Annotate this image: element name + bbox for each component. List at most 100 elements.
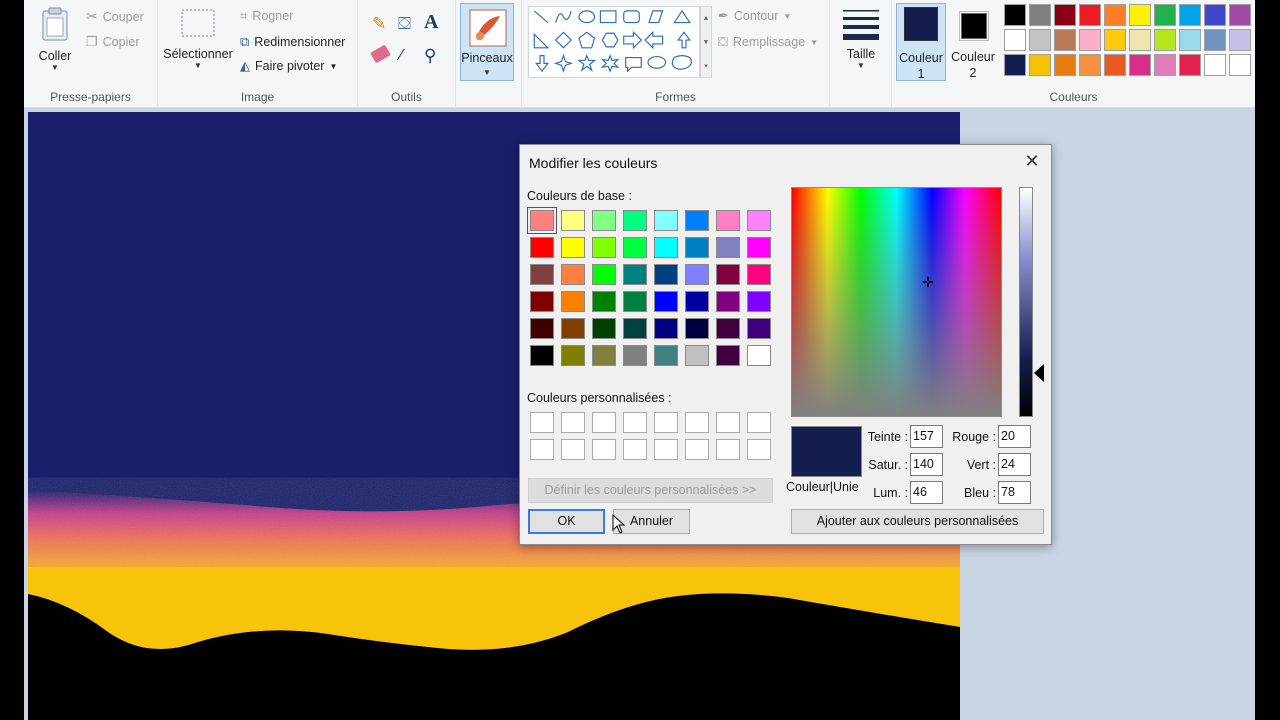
- palette-swatch[interactable]: [1129, 4, 1151, 26]
- basic-color-swatch[interactable]: [561, 291, 585, 312]
- basic-color-swatch[interactable]: [530, 237, 554, 258]
- custom-color-swatch[interactable]: [685, 439, 709, 460]
- fill-bucket-icon[interactable]: ⛋: [398, 14, 411, 34]
- palette-swatch[interactable]: [1154, 29, 1176, 51]
- basic-color-swatch[interactable]: [654, 237, 678, 258]
- ok-button[interactable]: OK: [528, 509, 605, 534]
- basic-color-swatch[interactable]: [623, 345, 647, 366]
- luminance-field[interactable]: 46: [910, 481, 943, 504]
- basic-color-swatch[interactable]: [716, 210, 740, 231]
- basic-color-swatch[interactable]: [685, 210, 709, 231]
- basic-color-swatch[interactable]: [561, 237, 585, 258]
- basic-color-swatch[interactable]: [561, 264, 585, 285]
- add-to-custom-colors-button[interactable]: Ajouter aux couleurs personnalisées: [791, 509, 1044, 534]
- color2-button[interactable]: Couleur 2: [948, 3, 998, 81]
- custom-color-swatch[interactable]: [530, 412, 554, 433]
- eraser-icon[interactable]: [370, 44, 391, 64]
- crop-button[interactable]: ⌗ Rogner: [240, 8, 293, 24]
- palette-swatch[interactable]: [1104, 54, 1126, 76]
- custom-color-swatch[interactable]: [592, 412, 616, 433]
- custom-color-swatch[interactable]: [623, 412, 647, 433]
- basic-color-swatch[interactable]: [623, 291, 647, 312]
- basic-color-swatch[interactable]: [623, 318, 647, 339]
- blue-field[interactable]: 78: [998, 481, 1031, 504]
- basic-color-swatch[interactable]: [592, 345, 616, 366]
- custom-color-swatch[interactable]: [561, 439, 585, 460]
- palette-swatch[interactable]: [1054, 4, 1076, 26]
- text-icon[interactable]: A: [424, 11, 438, 34]
- basic-color-swatch[interactable]: [561, 318, 585, 339]
- basic-color-swatch[interactable]: [654, 210, 678, 231]
- palette-swatch[interactable]: [1204, 29, 1226, 51]
- palette-swatch[interactable]: [1054, 54, 1076, 76]
- basic-color-swatch[interactable]: [685, 264, 709, 285]
- palette-swatch[interactable]: [1229, 4, 1251, 26]
- custom-color-swatch[interactable]: [561, 412, 585, 433]
- custom-color-swatch[interactable]: [592, 439, 616, 460]
- basic-color-swatch[interactable]: [716, 291, 740, 312]
- palette-swatch[interactable]: [1229, 54, 1251, 76]
- brushes-button[interactable]: Pinceaux ▼: [460, 3, 514, 81]
- palette-swatch[interactable]: [1004, 4, 1026, 26]
- custom-color-swatch[interactable]: [716, 439, 740, 460]
- palette-swatch[interactable]: [1229, 29, 1251, 51]
- basic-color-swatch[interactable]: [716, 237, 740, 258]
- palette-swatch[interactable]: [1079, 29, 1101, 51]
- basic-color-swatch[interactable]: [623, 237, 647, 258]
- basic-color-swatch[interactable]: [592, 264, 616, 285]
- red-field[interactable]: 20: [998, 425, 1031, 448]
- custom-color-swatch[interactable]: [716, 412, 740, 433]
- hue-field[interactable]: 157: [910, 425, 943, 448]
- basic-color-swatch[interactable]: [530, 264, 554, 285]
- custom-color-swatch[interactable]: [747, 412, 771, 433]
- color1-button[interactable]: Couleur 1: [896, 3, 946, 81]
- basic-color-swatch[interactable]: [654, 264, 678, 285]
- color-picker-icon[interactable]: ⁄: [400, 47, 403, 65]
- basic-color-swatch[interactable]: [747, 210, 771, 231]
- palette-swatch[interactable]: [1054, 29, 1076, 51]
- palette-swatch[interactable]: [1004, 54, 1026, 76]
- palette-swatch[interactable]: [1004, 29, 1026, 51]
- green-field[interactable]: 24: [998, 453, 1031, 476]
- basic-color-swatch[interactable]: [623, 264, 647, 285]
- basic-color-swatch[interactable]: [747, 345, 771, 366]
- resize-button[interactable]: ⧉ Redimensionner: [240, 34, 345, 50]
- custom-color-swatch[interactable]: [747, 439, 771, 460]
- basic-color-swatch[interactable]: [592, 291, 616, 312]
- magnifier-icon[interactable]: ⚲: [424, 46, 436, 66]
- basic-color-swatch[interactable]: [654, 291, 678, 312]
- palette-swatch[interactable]: [1204, 4, 1226, 26]
- paste-button[interactable]: Coller ▼: [34, 6, 76, 73]
- pencil-icon[interactable]: ✎: [372, 14, 386, 34]
- palette-swatch[interactable]: [1029, 54, 1051, 76]
- basic-color-swatch[interactable]: [716, 345, 740, 366]
- palette-swatch[interactable]: [1179, 4, 1201, 26]
- outline-button[interactable]: ✒ Contour ▼: [718, 8, 791, 24]
- palette-swatch[interactable]: [1029, 4, 1051, 26]
- define-custom-colors-button[interactable]: Définir les couleurs personnalisées >>: [528, 478, 773, 503]
- basic-color-swatch[interactable]: [623, 210, 647, 231]
- basic-color-swatch[interactable]: [685, 291, 709, 312]
- basic-color-swatch[interactable]: [716, 318, 740, 339]
- size-button[interactable]: Taille ▼: [838, 8, 884, 71]
- basic-color-swatch[interactable]: [527, 207, 557, 234]
- basic-color-swatch[interactable]: [747, 264, 771, 285]
- palette-swatch[interactable]: [1179, 29, 1201, 51]
- custom-color-swatch[interactable]: [654, 439, 678, 460]
- palette-swatch[interactable]: [1204, 54, 1226, 76]
- palette-swatch[interactable]: [1154, 54, 1176, 76]
- basic-color-swatch[interactable]: [654, 345, 678, 366]
- palette-swatch[interactable]: [1104, 29, 1126, 51]
- basic-color-swatch[interactable]: [685, 237, 709, 258]
- basic-color-swatch[interactable]: [685, 345, 709, 366]
- basic-color-swatch[interactable]: [530, 291, 554, 312]
- rotate-button[interactable]: ◭ Faire pivoter ▼: [240, 58, 337, 74]
- cut-button[interactable]: ✂ Couper: [86, 8, 144, 25]
- luminance-slider[interactable]: [1019, 187, 1033, 417]
- palette-swatch[interactable]: [1179, 54, 1201, 76]
- shapes-gallery[interactable]: [528, 6, 700, 78]
- close-button[interactable]: ✕: [1021, 151, 1043, 173]
- basic-color-swatch[interactable]: [747, 318, 771, 339]
- custom-color-swatch[interactable]: [623, 439, 647, 460]
- basic-color-swatch[interactable]: [592, 210, 616, 231]
